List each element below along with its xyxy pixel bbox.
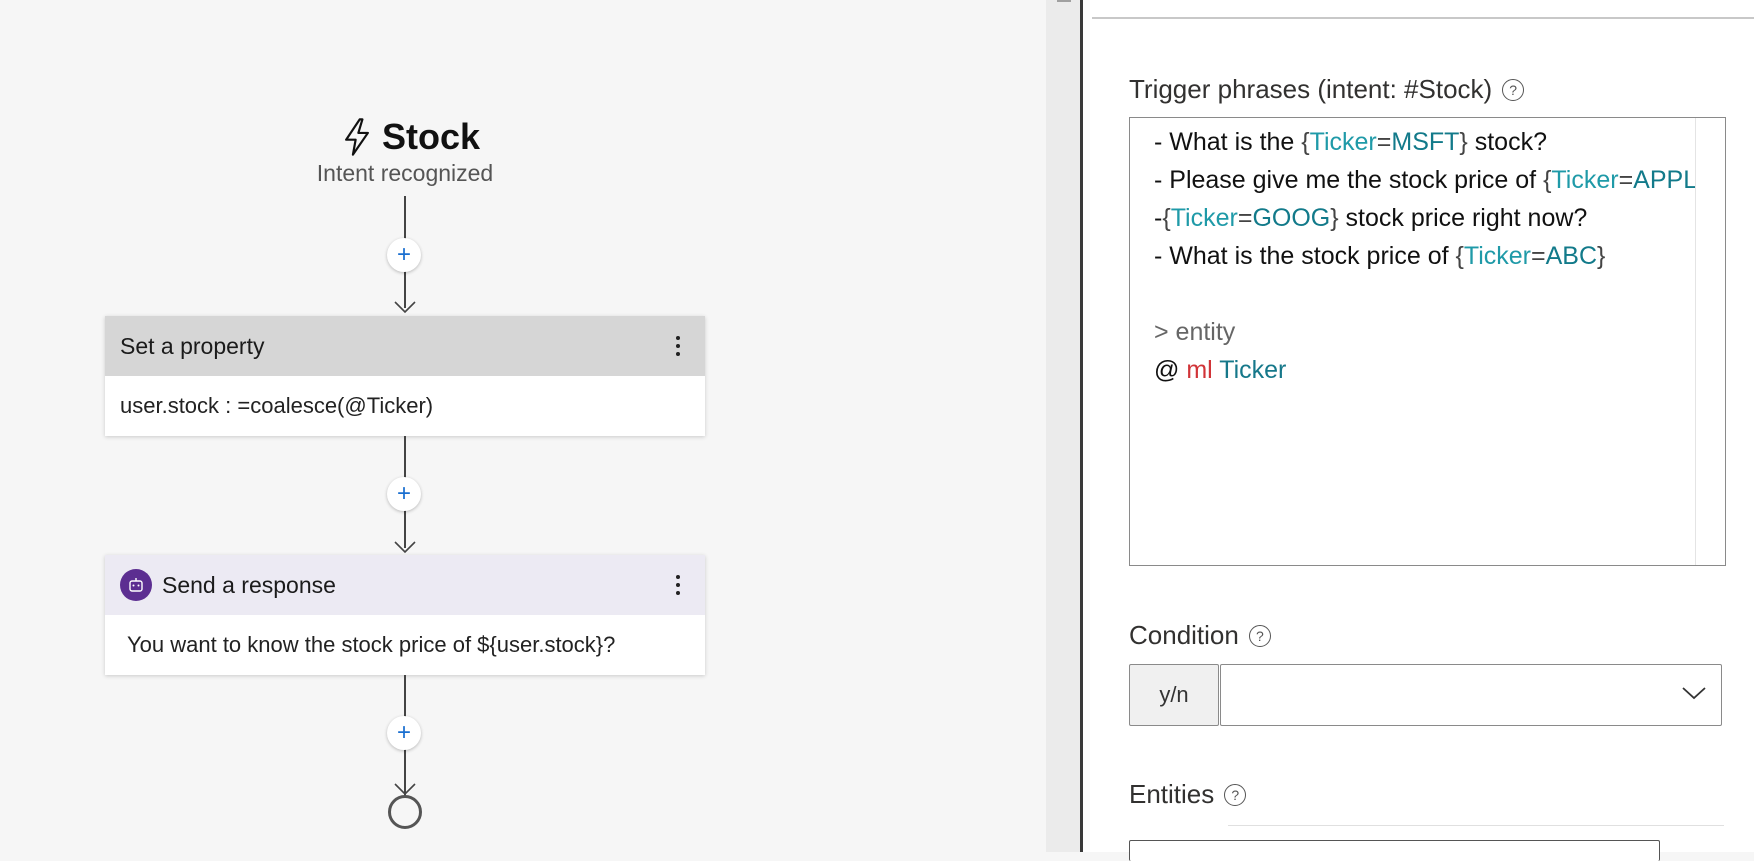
add-action-button[interactable]: + [387,238,421,272]
flow-end-icon [388,795,422,829]
trigger-phrases-label: Trigger phrases (intent: #Stock) ? [1129,74,1525,105]
entity-comment-line: > entity [1154,318,1236,346]
condition-dropdown[interactable] [1220,664,1722,726]
lightning-icon [345,118,369,156]
condition-type-button[interactable]: y/n [1129,664,1219,726]
help-icon[interactable]: ? [1224,783,1247,806]
node-body: user.stock : =coalesce(@Ticker) [120,393,434,418]
arrow-down-icon [394,783,416,796]
node-body: You want to know the stock price of ${us… [127,632,616,657]
node-header: Set a property [105,316,705,376]
node-title: Send a response [162,571,336,598]
editor-scrollbar[interactable] [1695,118,1725,565]
set-property-node[interactable]: Set a property user.stock : =coalesce(@T… [105,316,705,436]
more-options-icon[interactable] [666,570,690,600]
arrow-down-icon [394,301,416,314]
entities-label: Entities ? [1129,779,1247,810]
more-options-icon[interactable] [666,331,690,361]
phrase-line: - What is the stock price of {Ticker=ABC… [1154,242,1606,270]
trigger-phrases-label-text: Trigger phrases (intent: #Stock) [1129,74,1493,104]
entities-divider [1228,825,1724,826]
add-action-button[interactable]: + [387,477,421,511]
send-response-node[interactable]: Send a response You want to know the sto… [105,555,705,675]
panel-divider [1092,17,1754,19]
scroll-handle[interactable] [1057,0,1071,2]
entity-definition-line: @ ml Ticker [1154,356,1287,384]
arrow-down-icon [394,541,416,554]
help-icon[interactable]: ? [1502,78,1525,101]
entities-label-text: Entities [1129,779,1215,809]
phrase-line: - What is the {Ticker=MSFT} stock? [1154,128,1547,156]
bot-icon [120,569,152,601]
trigger-title: Stock [382,116,481,157]
phrase-line: - Please give me the stock price of {Tic… [1154,166,1705,194]
help-icon[interactable]: ? [1248,624,1271,647]
node-header: Send a response [105,555,705,615]
canvas-gutter [1046,0,1082,852]
trigger-header[interactable]: Stock [340,116,480,158]
chevron-down-icon [1682,687,1706,700]
condition-label: Condition ? [1129,620,1271,651]
add-action-button[interactable]: + [387,716,421,750]
node-title: Set a property [120,332,265,359]
trigger-phrases-editor[interactable]: - What is the {Ticker=MSFT} stock? - Ple… [1129,117,1726,566]
phrase-line: -{Ticker=GOOG} stock price right now? [1154,204,1588,232]
condition-label-text: Condition [1129,620,1239,650]
entities-input[interactable] [1129,840,1660,861]
trigger-subtitle: Intent recognized [316,160,494,186]
